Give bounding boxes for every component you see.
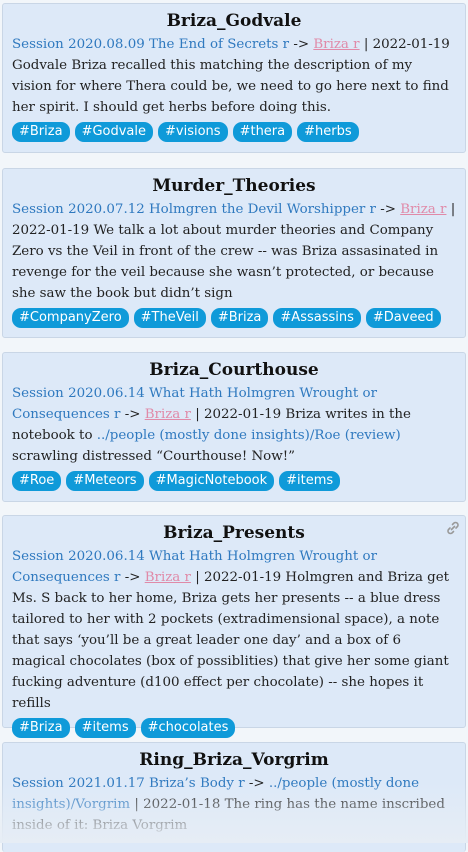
session-link[interactable]: Session 2020.07.12 Holmgren the Devil Wo… <box>12 202 376 217</box>
note-card: Briza_Courthouse Session 2020.06.14 What… <box>2 352 466 502</box>
link-icon[interactable] <box>445 520 461 536</box>
tag[interactable]: #CompanyZero <box>12 308 129 328</box>
note-text: Holmgren and Briza get Ms. S back to her… <box>12 570 450 711</box>
tag[interactable]: #Roe <box>12 471 62 491</box>
note-body: Session 2020.06.14 What Hath Holmgren Wr… <box>12 383 456 467</box>
date-text: | 2022-01-19 <box>190 407 282 422</box>
inline-link[interactable]: ../people (mostly done insights)/Roe (re… <box>97 428 401 443</box>
arrow-text: -> <box>375 202 401 217</box>
note-body: Session 2020.07.12 Holmgren the Devil Wo… <box>12 199 456 304</box>
note-title: Briza_Courthouse <box>149 360 319 380</box>
note-title: Murder_Theories <box>152 176 316 196</box>
session-link[interactable]: Session 2020.08.09 The End of Secrets r <box>12 37 289 52</box>
tag[interactable]: #thera <box>232 122 293 142</box>
session-link[interactable]: Session 2021.01.17 Briza’s Body r <box>12 776 245 791</box>
note-card: Ring_Briza_Vorgrim Session 2021.01.17 Br… <box>2 742 466 852</box>
tag[interactable]: #Daveed <box>365 308 441 328</box>
note-text-after: scrawling distressed “Courthouse! Now!” <box>12 449 295 464</box>
arrow-text: -> <box>120 570 145 585</box>
target-link[interactable]: Briza r <box>313 37 359 52</box>
note-card: Briza_Godvale Session 2020.08.09 The End… <box>2 3 466 153</box>
date-text: | 2022-01-19 <box>359 37 450 52</box>
tag-list: #Roe #Meteors #MagicNotebook #items <box>12 471 456 491</box>
target-link[interactable]: Briza r <box>145 570 191 585</box>
tag-list: #Briza #items #chocolates <box>12 718 456 738</box>
tag[interactable]: #Briza <box>12 718 70 738</box>
note-title: Briza_Presents <box>163 523 305 543</box>
tag[interactable]: #items <box>279 471 341 491</box>
date-text: | 2022-01-19 <box>190 570 282 585</box>
arrow-text: -> <box>120 407 145 422</box>
note-card: Murder_Theories Session 2020.07.12 Holmg… <box>2 168 466 338</box>
tag[interactable]: #visions <box>158 122 228 142</box>
tag[interactable]: #herbs <box>297 122 359 142</box>
date-text: | 2022-01-18 <box>130 797 221 812</box>
tag[interactable]: #TheVeil <box>133 308 206 328</box>
tag[interactable]: #Godvale <box>74 122 154 142</box>
target-link[interactable]: Briza r <box>145 407 191 422</box>
tag[interactable]: #items <box>74 718 136 738</box>
target-link[interactable]: Briza r <box>400 202 446 217</box>
note-body: Session 2021.01.17 Briza’s Body r -> ../… <box>12 773 456 836</box>
tag[interactable]: #Meteors <box>66 471 144 491</box>
note-body: Session 2020.08.09 The End of Secrets r … <box>12 34 456 118</box>
tag[interactable]: #Briza <box>12 122 70 142</box>
tag[interactable]: #Assassins <box>273 308 361 328</box>
tag-list: #Briza #Godvale #visions #thera #herbs <box>12 122 456 142</box>
arrow-text: -> <box>289 37 314 52</box>
arrow-text: -> <box>244 776 269 791</box>
note-body: Session 2020.06.14 What Hath Holmgren Wr… <box>12 546 456 714</box>
tag[interactable]: #chocolates <box>140 718 236 738</box>
note-title: Briza_Godvale <box>166 11 302 31</box>
note-card: Briza_Presents Session 2020.06.14 What H… <box>2 515 466 738</box>
note-text: Godvale Briza recalled this matching the… <box>12 58 449 115</box>
tag[interactable]: #Briza <box>210 308 269 328</box>
tag[interactable]: #MagicNotebook <box>148 471 275 491</box>
tag-list: #CompanyZero #TheVeil #Briza #Assassins … <box>12 308 456 328</box>
note-title: Ring_Briza_Vorgrim <box>139 750 329 770</box>
